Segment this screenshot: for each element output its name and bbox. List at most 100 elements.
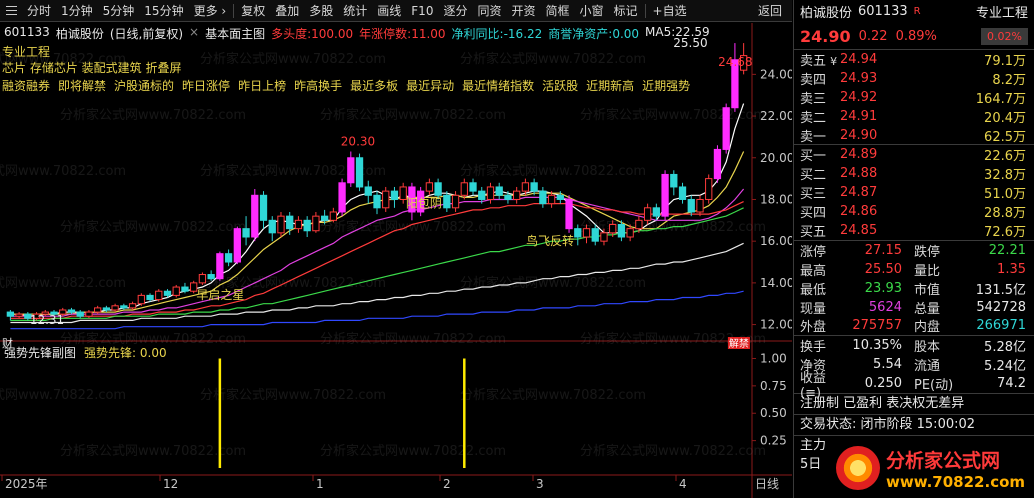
stat-row: 最高 25.50 量比 1.35 <box>794 260 1034 279</box>
header-main-indicator[interactable]: 基本面主图 <box>205 25 265 42</box>
toolbar-button[interactable]: 叠加 <box>270 0 304 22</box>
status-tag[interactable]: 最近情绪指数 <box>462 77 534 94</box>
status-tag[interactable]: 活跃股 <box>542 77 578 94</box>
candle-body <box>382 190 390 209</box>
bid-row[interactable]: 买四 24.86 28.8万 <box>794 202 1034 221</box>
status-tag[interactable]: 最近多板 <box>350 77 398 94</box>
candle-body <box>460 182 468 196</box>
watermark-text: 分析家公式网www.70822.com <box>320 443 506 459</box>
bid-row[interactable]: 买五 24.85 72.6万 <box>794 221 1034 240</box>
candle-body <box>670 173 678 188</box>
status-tag[interactable]: 近期新高 <box>586 77 634 94</box>
toolbar-button[interactable]: 画线 <box>372 0 406 22</box>
candle-body <box>15 313 23 317</box>
ask-row[interactable]: 卖一 24.90 62.5万 <box>794 126 1034 145</box>
candle-body <box>373 194 381 209</box>
candle-body <box>652 207 660 217</box>
toolbar-button[interactable]: 1分钟 <box>56 0 98 22</box>
ask-level: 卖一 <box>794 126 840 145</box>
toolbar-button[interactable]: 简框 <box>541 0 575 22</box>
watermark-text: 分析家公式网www.70822.com <box>460 163 646 179</box>
y-tick-label: 16.00 <box>760 234 792 248</box>
toolbar-button[interactable]: 更多 › <box>189 0 232 22</box>
candle-body <box>617 223 626 238</box>
toolbar-button[interactable]: 小窗 <box>575 0 609 22</box>
status-tag[interactable]: 昨高换手 <box>294 77 342 94</box>
r-badge: R <box>913 6 921 17</box>
concept-tags: 芯片 存储芯片 装配式建筑 折叠屏 <box>2 61 182 75</box>
kline-chart-area[interactable]: 分析家公式网www.70822.com 分析家公式网www.70822.com 分析… <box>0 23 792 498</box>
bid-price: 24.88 <box>840 166 878 182</box>
candle-body <box>172 286 180 296</box>
toolbar-button[interactable]: 返回 <box>753 0 792 22</box>
toolbar-button[interactable]: F10 <box>406 0 438 22</box>
toolbar-button[interactable]: 开资 <box>506 0 540 22</box>
status-tag[interactable]: 近期强势 <box>642 77 690 94</box>
ask-row[interactable]: 卖二 24.91 20.4万 <box>794 107 1034 126</box>
kline-chart-svg[interactable]: 分析家公式网www.70822.com 分析家公式网www.70822.com 分析… <box>0 23 792 498</box>
watermark-text: 分析家公式网www.70822.com <box>60 443 246 459</box>
price-change: 0.22 <box>858 28 888 44</box>
stat-value: 542728 <box>976 299 1026 315</box>
ask-row[interactable]: 卖三 24.92 164.7万 <box>794 88 1034 107</box>
bid-volume: 51.0万 <box>984 187 1026 203</box>
candle-body <box>443 194 451 209</box>
y-tick-label: 18.00 <box>760 192 792 206</box>
candle-body <box>661 173 669 217</box>
status-tag[interactable]: 沪股通标的 <box>114 77 174 94</box>
bid-row[interactable]: 买二 24.88 32.8万 <box>794 164 1034 183</box>
toolbar-button[interactable]: 复权 <box>236 0 270 22</box>
status-tag[interactable]: 昨日上榜 <box>238 77 286 94</box>
candle-body <box>364 186 372 196</box>
close-icon[interactable]: × <box>189 25 199 42</box>
toolbar-button[interactable]: 统计 <box>338 0 372 22</box>
candle-body <box>155 290 163 301</box>
toolbar-button[interactable]: 分时 <box>22 0 56 22</box>
sub-chart-title[interactable]: 强势先锋副图 <box>4 344 76 361</box>
ask-level: 卖四 <box>794 69 840 88</box>
bid-price: 24.89 <box>840 147 878 163</box>
candle-body <box>539 190 547 205</box>
status-tag[interactable]: 即将解禁 <box>58 77 106 94</box>
candle-body <box>102 307 111 311</box>
candle-body <box>94 307 102 313</box>
industry-tag[interactable]: 专业工程 <box>976 2 1034 21</box>
y-tick-label: 24.00 <box>760 67 792 81</box>
ask-level: 卖五 ¥ <box>794 50 840 69</box>
bid-volume: 28.8万 <box>984 206 1026 222</box>
candle-body <box>137 294 145 305</box>
toolbar-button[interactable]: 同资 <box>472 0 506 22</box>
watermark-text: 分析家公式网www.70822.com <box>60 219 246 235</box>
status-tag[interactable]: 昨日涨停 <box>182 77 230 94</box>
menu-icon[interactable] <box>0 0 22 22</box>
sub-metric-label: 强势先锋: 0.00 <box>84 344 167 361</box>
x-period-label: 日线 <box>755 477 779 491</box>
toolbar-button[interactable]: +自选 <box>648 0 692 22</box>
candle-body <box>242 228 250 238</box>
ask-row[interactable]: 卖五 ¥24.94 79.1万 <box>794 50 1034 69</box>
status-tag[interactable]: 最近异动 <box>406 77 454 94</box>
status-tag[interactable]: 融资融券 <box>2 77 50 94</box>
toolbar-separator <box>644 3 646 18</box>
toolbar-button[interactable]: 15分钟 <box>139 0 188 22</box>
stat-row: 涨停 27.15 跌停 22.21 <box>794 241 1034 260</box>
stat-key: 涨停 <box>800 244 827 260</box>
toolbar-button[interactable]: 5分钟 <box>98 0 140 22</box>
bid-row[interactable]: 买三 24.87 51.0万 <box>794 183 1034 202</box>
toolbar-button[interactable]: 标记 <box>609 0 643 22</box>
toolbar-button[interactable]: 逐分 <box>438 0 472 22</box>
candle-body <box>609 223 617 234</box>
stat-value: 25.50 <box>864 261 902 277</box>
x-tick-label: 2 <box>443 477 451 491</box>
header-stock-name: 柏诚股份 <box>55 27 104 41</box>
stat-key: 最高 <box>800 263 827 279</box>
watermark-text: 分析家公式网www.70822.com <box>320 107 506 123</box>
ask-row[interactable]: 卖四 24.93 8.2万 <box>794 69 1034 88</box>
fund-value: 5.28亿 <box>984 340 1026 356</box>
bid-book: 买一 24.89 22.6万 买二 24.88 32.8万 买三 24.87 51.0万 买四 24… <box>794 145 1034 240</box>
fund-key: PE(动) <box>914 378 954 394</box>
stat-row: 外盘 275757 内盘 266971 <box>794 316 1034 335</box>
candle-body <box>338 182 346 213</box>
toolbar-button[interactable]: 多股 <box>304 0 338 22</box>
bid-row[interactable]: 买一 24.89 22.6万 <box>794 145 1034 164</box>
